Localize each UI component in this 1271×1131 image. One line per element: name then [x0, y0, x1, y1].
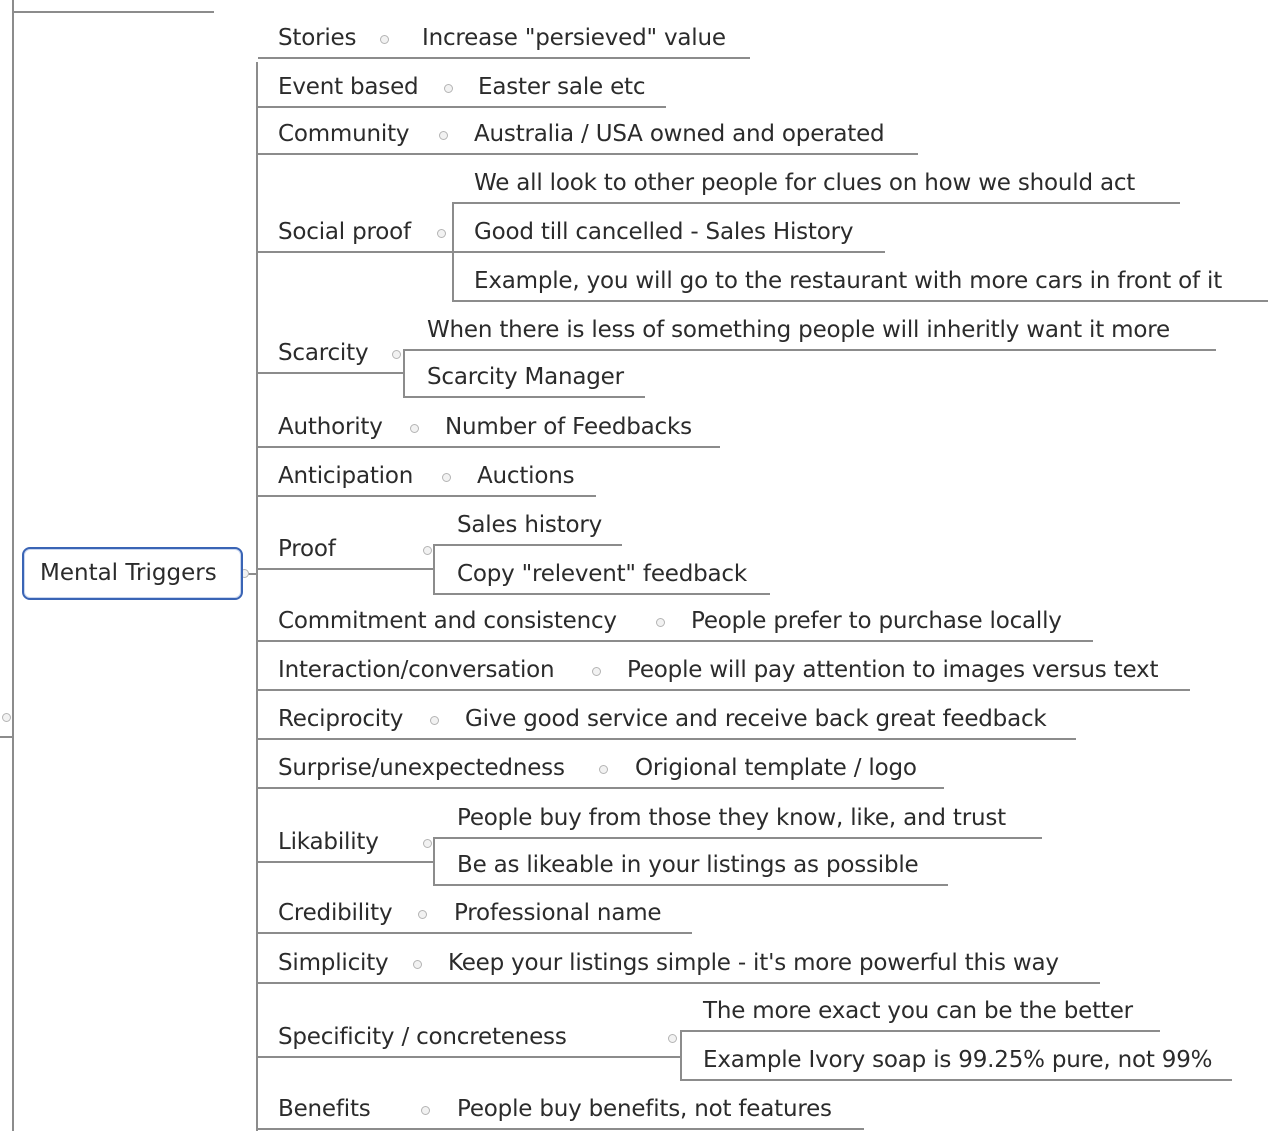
branch-spine-line [256, 62, 258, 1131]
branch-underline-community [258, 153, 918, 155]
branch-underline-credibility [258, 932, 692, 934]
collapse-dot-likability[interactable] [423, 839, 432, 848]
branch-underline-likability [258, 861, 433, 863]
collapse-dot-interaction-conversation[interactable] [592, 667, 601, 676]
collapse-dot-community[interactable] [439, 131, 448, 140]
child-label-social-proof-1[interactable]: We all look to other people for clues on… [474, 168, 1135, 198]
child-label-benefits-1[interactable]: People buy benefits, not features [457, 1094, 832, 1124]
branch-label-surprise-unexpectedness[interactable]: Surprise/unexpectedness [278, 753, 565, 783]
child-label-surprise-unexpectedness-1[interactable]: Origional template / logo [635, 753, 917, 783]
parent-top-line [12, 11, 214, 13]
child-underline-social-proof-3 [452, 300, 1268, 302]
child-label-likability-2[interactable]: Be as likeable in your listings as possi… [457, 850, 919, 880]
branch-label-community[interactable]: Community [278, 119, 410, 149]
collapse-dot-benefits[interactable] [421, 1106, 430, 1115]
child-underline-scarcity-1 [403, 349, 1216, 351]
child-label-scarcity-1[interactable]: When there is less of something people w… [427, 315, 1170, 345]
branch-label-anticipation[interactable]: Anticipation [278, 461, 413, 491]
branch-label-specificity-concreteness[interactable]: Specificity / concreteness [278, 1022, 567, 1052]
child-label-stories-1[interactable]: Increase "persieved" value [422, 23, 726, 53]
branch-label-reciprocity[interactable]: Reciprocity [278, 704, 403, 734]
branch-label-commitment-and-consistency[interactable]: Commitment and consistency [278, 606, 617, 636]
child-underline-proof-1 [433, 544, 622, 546]
branch-label-stories[interactable]: Stories [278, 23, 356, 53]
branch-underline-surprise-unexpectedness [258, 787, 944, 789]
collapse-dot-specificity-concreteness[interactable] [668, 1034, 677, 1043]
branch-label-event-based[interactable]: Event based [278, 72, 419, 102]
branch-underline-event-based [258, 106, 666, 108]
branch-label-scarcity[interactable]: Scarcity [278, 338, 369, 368]
child-label-interaction-conversation-1[interactable]: People will pay attention to images vers… [627, 655, 1158, 685]
collapse-dot-scarcity[interactable] [392, 350, 401, 359]
child-bracket-specificity-concreteness [680, 1030, 682, 1081]
child-bracket-proof [433, 544, 435, 595]
child-label-simplicity-1[interactable]: Keep your listings simple - it's more po… [448, 948, 1059, 978]
branch-label-interaction-conversation[interactable]: Interaction/conversation [278, 655, 555, 685]
child-underline-specificity-concreteness-1 [680, 1030, 1160, 1032]
child-label-likability-1[interactable]: People buy from those they know, like, a… [457, 803, 1006, 833]
branch-label-simplicity[interactable]: Simplicity [278, 948, 389, 978]
collapse-dot-social-proof[interactable] [437, 229, 446, 238]
branch-underline-commitment-and-consistency [258, 640, 1093, 642]
parent-collapse-dot[interactable] [2, 713, 11, 722]
child-label-reciprocity-1[interactable]: Give good service and receive back great… [465, 704, 1047, 734]
child-label-proof-1[interactable]: Sales history [457, 510, 602, 540]
child-label-specificity-concreteness-1[interactable]: The more exact you can be the better [703, 996, 1133, 1026]
branch-underline-reciprocity [258, 738, 1076, 740]
child-label-commitment-and-consistency-1[interactable]: People prefer to purchase locally [691, 606, 1062, 636]
child-underline-scarcity-2 [403, 396, 645, 398]
child-underline-proof-2 [433, 593, 770, 595]
child-underline-likability-2 [433, 884, 948, 886]
child-label-social-proof-2[interactable]: Good till cancelled - Sales History [474, 217, 853, 247]
branch-label-social-proof[interactable]: Social proof [278, 217, 411, 247]
child-label-social-proof-3[interactable]: Example, you will go to the restaurant w… [474, 266, 1222, 296]
child-label-proof-2[interactable]: Copy "relevent" feedback [457, 559, 747, 589]
child-underline-social-proof-2 [452, 251, 885, 253]
branch-underline-stories [258, 57, 750, 59]
child-label-specificity-concreteness-2[interactable]: Example Ivory soap is 99.25% pure, not 9… [703, 1045, 1212, 1075]
child-underline-likability-1 [433, 837, 1042, 839]
parent-connector-line [12, 0, 14, 1131]
child-label-credibility-1[interactable]: Professional name [454, 898, 662, 928]
root-node-mental-triggers[interactable]: Mental Triggers [22, 547, 243, 600]
branch-underline-specificity-concreteness [258, 1056, 680, 1058]
branch-underline-benefits [258, 1128, 864, 1130]
branch-label-proof[interactable]: Proof [278, 534, 336, 564]
branch-label-authority[interactable]: Authority [278, 412, 383, 442]
branch-underline-scarcity [258, 372, 403, 374]
branch-underline-proof [258, 568, 433, 570]
collapse-dot-surprise-unexpectedness[interactable] [599, 765, 608, 774]
collapse-dot-commitment-and-consistency[interactable] [656, 618, 665, 627]
parent-stub-line [0, 736, 14, 738]
branch-underline-interaction-conversation [258, 689, 1190, 691]
collapse-dot-stories[interactable] [380, 35, 389, 44]
child-bracket-likability [433, 837, 435, 886]
collapse-dot-authority[interactable] [410, 424, 419, 433]
child-label-scarcity-2[interactable]: Scarcity Manager [427, 362, 624, 392]
collapse-dot-simplicity[interactable] [413, 960, 422, 969]
child-label-community-1[interactable]: Australia / USA owned and operated [474, 119, 885, 149]
collapse-dot-proof[interactable] [423, 546, 432, 555]
branch-label-credibility[interactable]: Credibility [278, 898, 393, 928]
child-bracket-scarcity [403, 349, 405, 398]
branch-underline-simplicity [258, 982, 1100, 984]
branch-underline-social-proof [258, 251, 452, 253]
child-underline-specificity-concreteness-2 [680, 1079, 1232, 1081]
branch-label-likability[interactable]: Likability [278, 827, 379, 857]
child-label-authority-1[interactable]: Number of Feedbacks [445, 412, 692, 442]
child-underline-social-proof-1 [452, 202, 1180, 204]
branch-underline-authority [258, 446, 720, 448]
collapse-dot-reciprocity[interactable] [430, 716, 439, 725]
collapse-dot-credibility[interactable] [418, 910, 427, 919]
collapse-dot-event-based[interactable] [444, 84, 453, 93]
branch-underline-anticipation [258, 495, 596, 497]
child-label-event-based-1[interactable]: Easter sale etc [478, 72, 645, 102]
branch-label-benefits[interactable]: Benefits [278, 1094, 371, 1124]
child-label-anticipation-1[interactable]: Auctions [477, 461, 575, 491]
collapse-dot-anticipation[interactable] [442, 473, 451, 482]
